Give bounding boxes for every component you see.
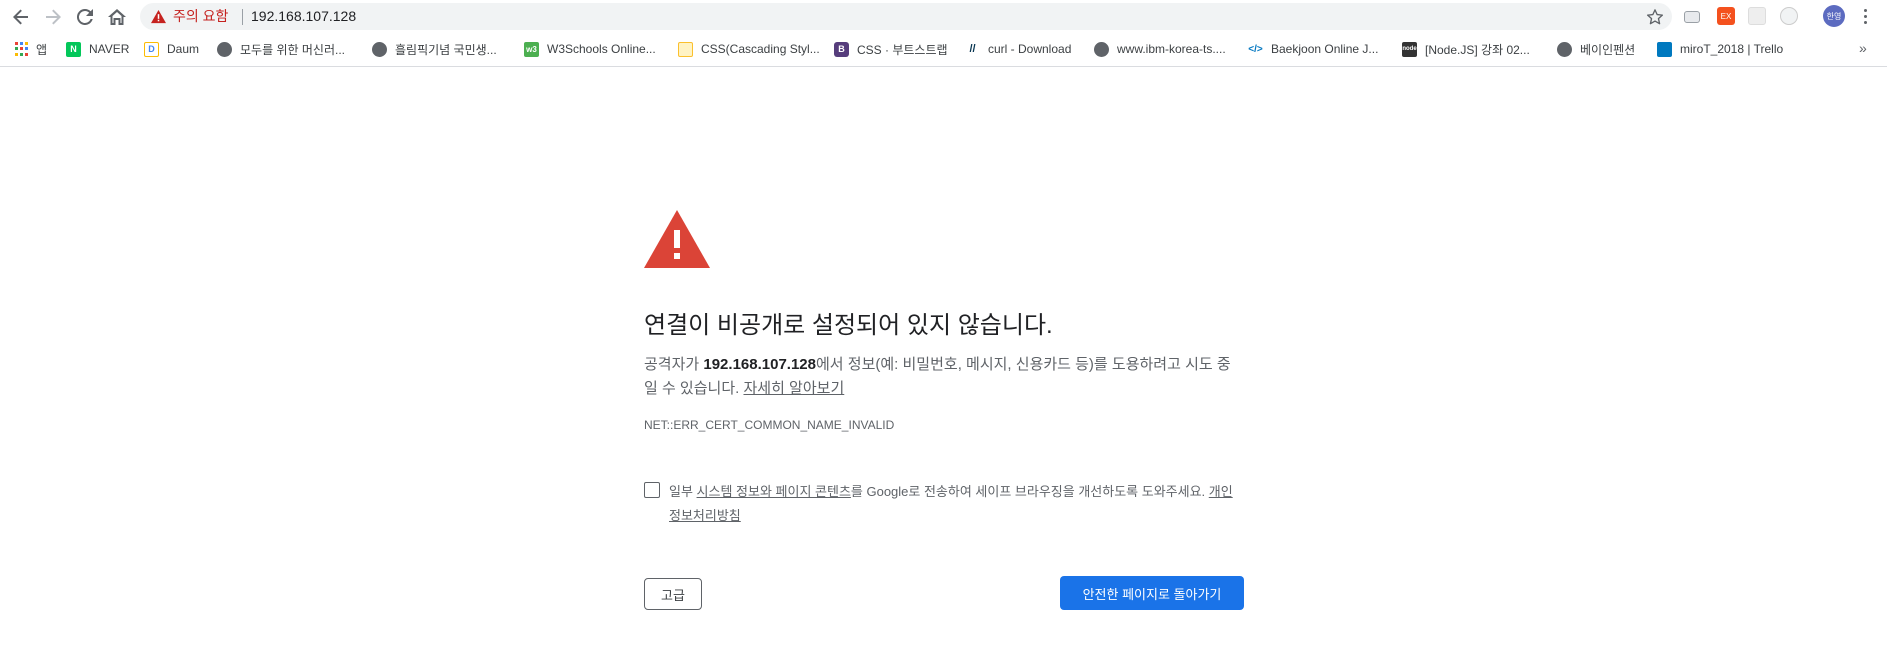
safe-browsing-text: 일부 시스템 정보와 페이지 콘텐츠를 Google로 전송하여 세이프 브라우… [669,480,1244,528]
back-button[interactable] [9,5,33,29]
timer-extension-icon[interactable] [1780,7,1798,25]
extension-icon[interactable] [1748,7,1766,25]
trello-icon [1657,41,1672,57]
bookmarks-overflow-chevron-icon[interactable]: » [1859,40,1867,56]
bookmark-label: 모두를 위한 머신러... [240,42,345,57]
bookmark-label: curl - Download [988,42,1072,56]
ex-extension-icon[interactable]: EX [1717,7,1735,25]
page-icon [678,41,693,57]
globe-icon [372,41,387,57]
hostname: 192.168.107.128 [703,356,816,373]
apps-grid-icon [14,42,28,56]
cast-extension-icon[interactable] [1684,11,1700,23]
checkbox-text-suffix: 를 Google로 전송하여 세이프 브라우징을 개선하도록 도와주세요. [850,484,1209,499]
bookmark-label: [Node.JS] 강좌 02... [1425,42,1530,57]
daum-icon: D [144,41,159,57]
bookmark-label: W3Schools Online... [547,42,656,56]
bookmark-css[interactable]: CSS(Cascading Styl... [678,40,820,58]
globe-icon [1094,41,1109,57]
security-status-label[interactable]: 주의 요함 [173,8,228,25]
bookmark-ml-course[interactable]: 모두를 위한 머신러... [217,40,345,58]
bookmark-pension[interactable]: 베이인펜션 [1557,40,1635,58]
url-text[interactable]: 192.168.107.128 [251,8,356,25]
page-title: 연결이 비공개로 설정되어 있지 않습니다. [644,312,1053,339]
bookmark-label: www.ibm-korea-ts.... [1117,42,1226,56]
globe-icon [217,41,232,57]
bookmark-nodejs[interactable]: node [Node.JS] 강좌 02... [1402,40,1530,58]
w3schools-icon: w3 [524,41,539,57]
error-description: 공격자가 192.168.107.128에서 정보(예: 비밀번호, 메시지, … [644,353,1244,401]
checkbox-text-prefix: 일부 [669,484,697,499]
learn-more-link[interactable]: 자세히 알아보기 [743,380,844,397]
browser-toolbar: 주의 요함 192.168.107.128 EX 한영 [0,0,1887,33]
arrow-left-icon [13,9,28,25]
bootstrap-icon: B [834,41,849,57]
bookmarks-bar: 앱 N NAVER D Daum 모두를 위한 머신러... 흘림픽기념 국민생… [0,33,1887,67]
bookmark-ibm[interactable]: www.ibm-korea-ts.... [1094,40,1226,58]
bookmark-label: CSS · 부트스트랩 [857,42,948,57]
bookmark-baekjoon[interactable]: </> Baekjoon Online J... [1248,40,1378,58]
bookmark-curl[interactable]: // curl - Download [965,40,1071,58]
arrow-right-icon [46,9,61,25]
advanced-button[interactable]: 고급 [644,578,702,610]
bookmark-label: 흘림픽기념 국민생... [395,42,497,57]
reload-icon [77,9,93,25]
bookmark-label: Daum [167,42,200,56]
back-to-safety-button[interactable]: 안전한 페이지로 돌아가기 [1060,576,1244,610]
star-bookmark-icon[interactable] [1646,8,1664,26]
bookmark-label: 베이인펜션 [1580,42,1636,57]
globe-icon [1557,41,1572,57]
omnibox-separator [242,9,243,25]
bookmark-label: 앱 [36,42,48,57]
warning-triangle-icon[interactable] [151,9,166,24]
bookmark-naver[interactable]: N NAVER [66,40,129,58]
system-info-link[interactable]: 시스템 정보와 페이지 콘텐츠 [697,484,851,499]
home-icon [108,9,126,25]
bookmark-trello[interactable]: miroT_2018 | Trello [1657,40,1783,58]
address-bar[interactable]: 주의 요함 192.168.107.128 [140,3,1672,30]
bookmark-daum[interactable]: D Daum [144,40,199,58]
code-icon: </> [1248,41,1263,57]
bookmark-label: miroT_2018 | Trello [1680,42,1784,56]
curl-icon: // [965,41,980,57]
reload-button[interactable] [73,5,97,29]
bookmark-bootstrap[interactable]: B CSS · 부트스트랩 [834,40,948,58]
bookmark-apps[interactable]: 앱 [14,40,47,58]
bookmark-olympic[interactable]: 흘림픽기념 국민생... [372,40,497,58]
node-icon: node [1402,41,1417,57]
bookmark-w3schools[interactable]: w3 W3Schools Online... [524,40,656,58]
bookmark-label: CSS(Cascading Styl... [701,42,820,56]
error-code[interactable]: NET::ERR_CERT_COMMON_NAME_INVALID [644,418,894,432]
bookmark-label: Baekjoon Online J... [1271,42,1379,56]
forward-button[interactable] [41,5,65,29]
naver-icon: N [66,41,81,57]
warning-triangle-icon [644,210,710,268]
menu-kebab-icon[interactable] [1855,6,1875,26]
safe-browsing-checkbox[interactable] [644,482,660,498]
home-button[interactable] [105,5,129,29]
bookmark-label: NAVER [89,42,130,56]
profile-avatar[interactable]: 한영 [1823,5,1845,27]
description-prefix: 공격자가 [644,356,704,373]
